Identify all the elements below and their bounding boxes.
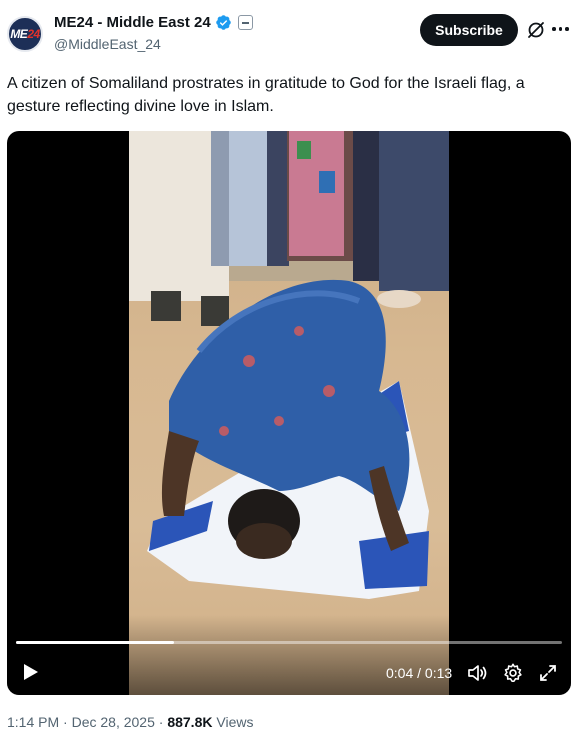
views-count: 887.8K (167, 714, 213, 730)
settings-gear-icon[interactable] (502, 662, 524, 684)
post-timestamp[interactable]: 1:14 PM · Dec 28, 2025 (7, 714, 155, 730)
author-name-row: ME24 - Middle East 24 (54, 14, 253, 31)
avatar-logo-text: ME24 (10, 27, 40, 41)
video-player[interactable]: 0:04 / 0:13 (7, 131, 571, 695)
grok-icon[interactable] (526, 20, 546, 40)
verified-badge-icon (215, 15, 231, 30)
more-options-icon[interactable] (552, 22, 570, 36)
author-avatar[interactable]: ME24 (7, 16, 43, 52)
volume-icon[interactable] (466, 662, 488, 684)
video-progress-bar[interactable] (16, 641, 562, 644)
views-label: Views (216, 714, 254, 730)
video-still-image (129, 131, 449, 599)
author-handle[interactable]: @MiddleEast_24 (54, 36, 161, 52)
video-frame[interactable] (129, 131, 449, 695)
post-header: ME24 ME24 - Middle East 24 @MiddleEast_2… (0, 0, 576, 66)
subscribe-button[interactable]: Subscribe (420, 14, 518, 46)
author-display-name[interactable]: ME24 - Middle East 24 (54, 14, 211, 31)
fullscreen-icon[interactable] (538, 663, 558, 683)
post-meta: 1:14 PM · Dec 28, 2025 · 887.8K Views (7, 714, 253, 730)
meta-separator: · (158, 714, 164, 730)
play-icon[interactable] (19, 661, 41, 683)
video-progress-fill (16, 641, 175, 644)
video-time-display: 0:04 / 0:13 (386, 665, 453, 681)
affiliate-badge-icon[interactable] (237, 15, 253, 30)
post-text: A citizen of Somaliland prostrates in gr… (7, 75, 525, 115)
